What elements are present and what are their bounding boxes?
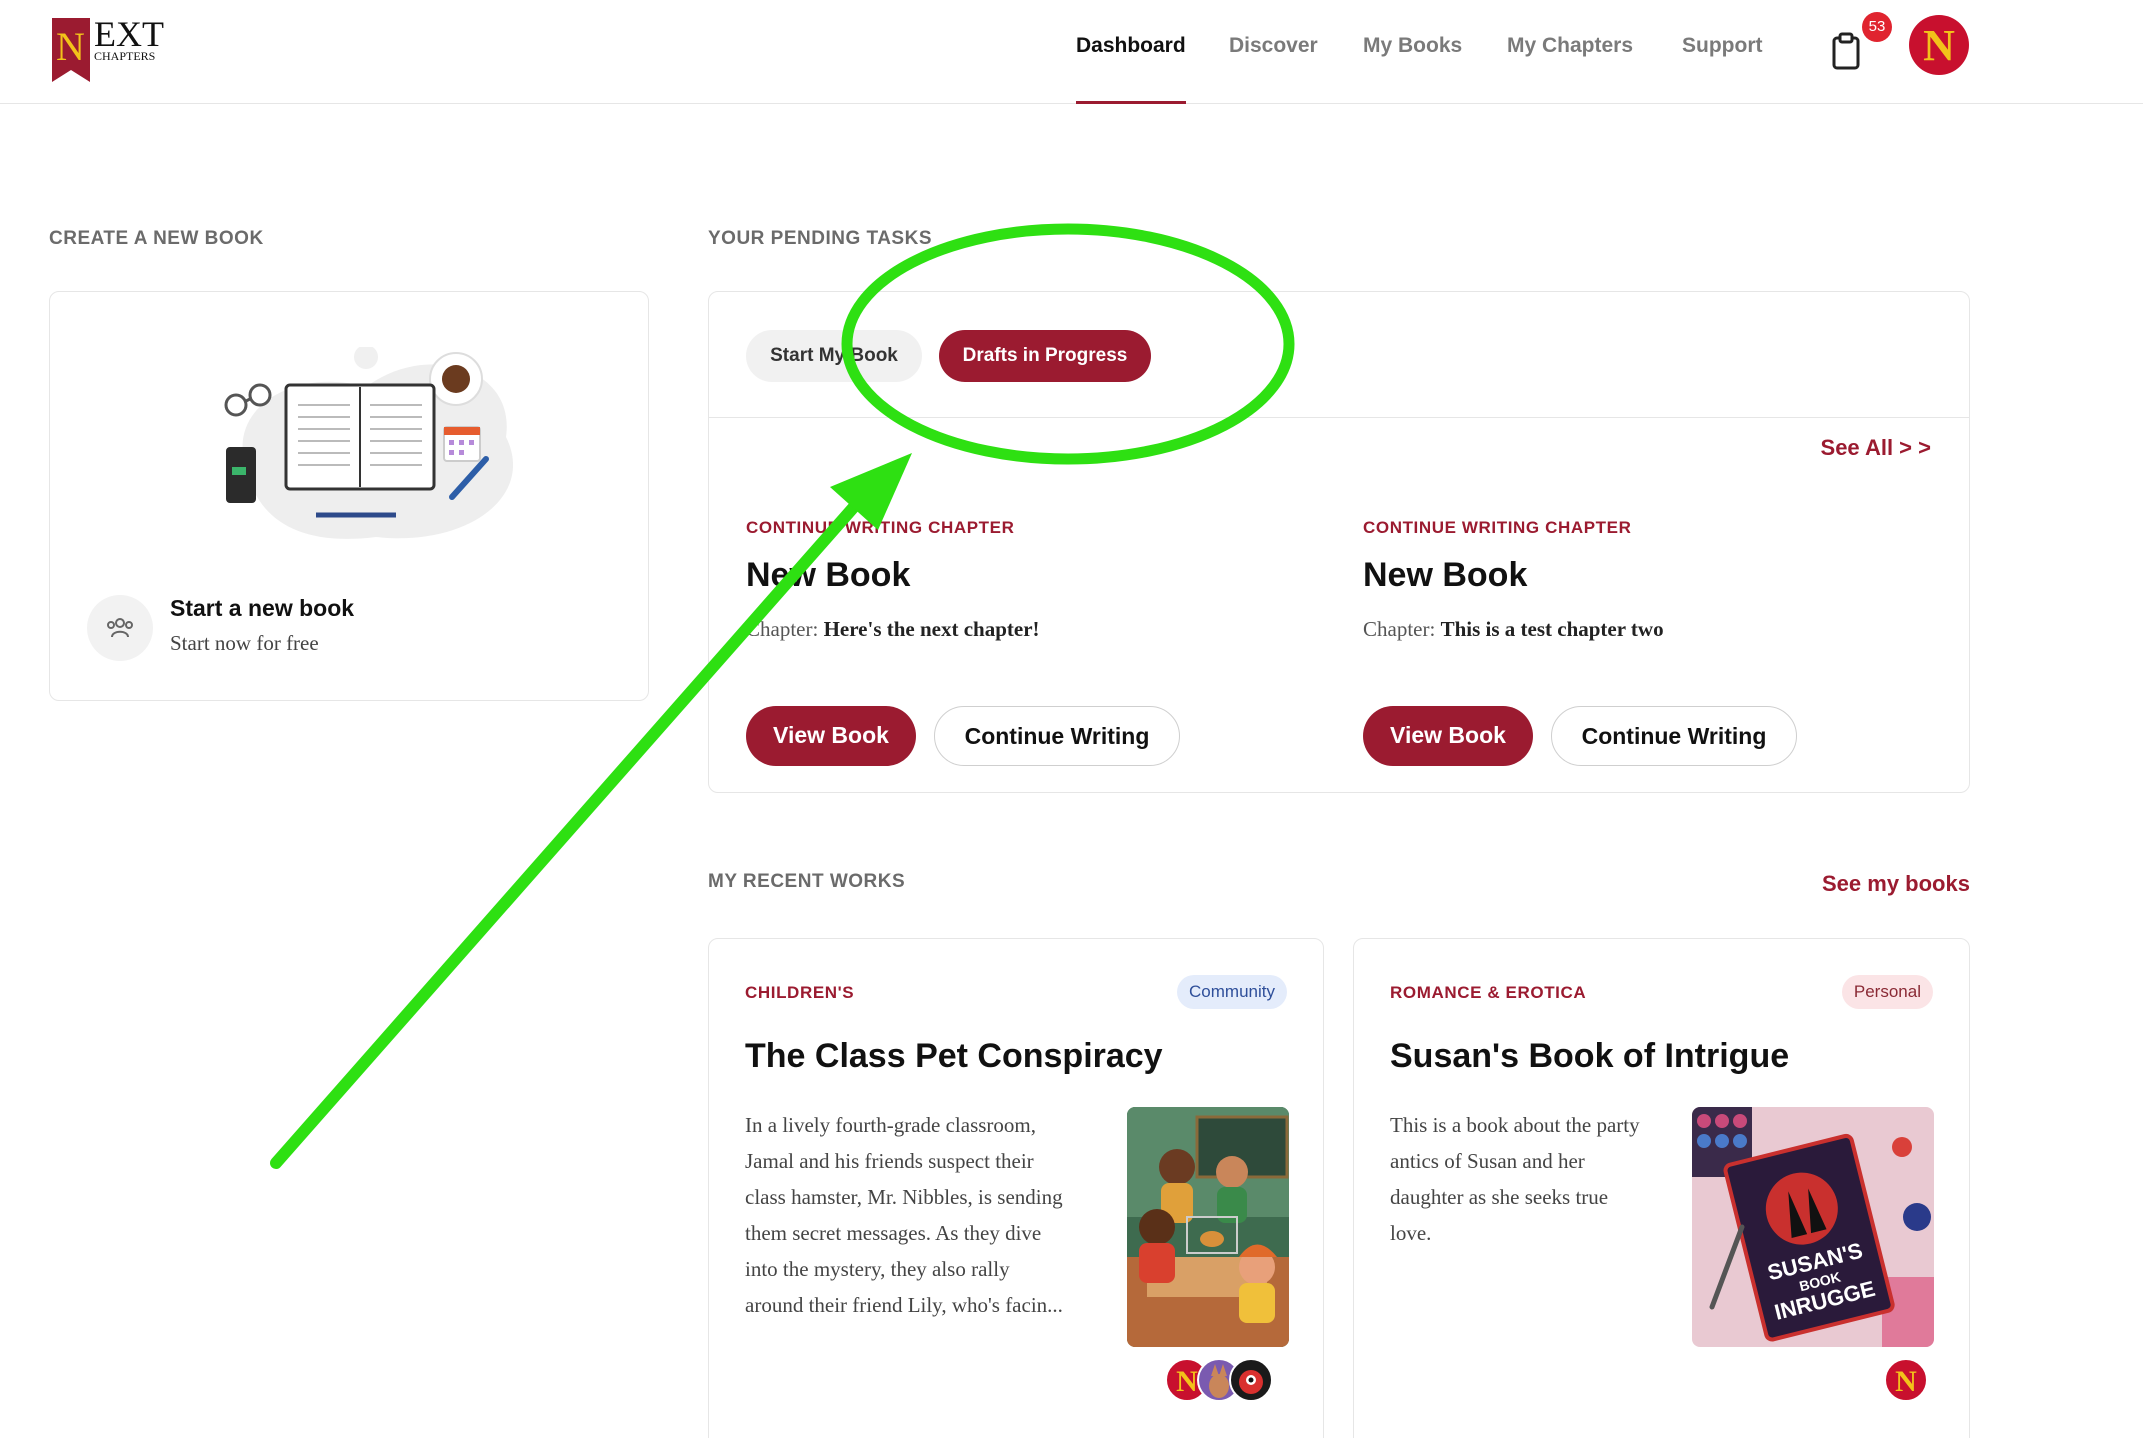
recent-section-label: MY RECENT WORKS bbox=[708, 871, 906, 892]
nav-dashboard[interactable]: Dashboard bbox=[1076, 34, 1186, 104]
svg-text:CHAPTERS: CHAPTERS bbox=[94, 49, 155, 63]
draft-kicker: CONTINUE WRITING CHAPTER bbox=[746, 518, 1015, 537]
pending-section-label: YOUR PENDING TASKS bbox=[708, 228, 933, 249]
svg-text:N: N bbox=[1923, 21, 1955, 70]
chapter-name: Here's the next chapter! bbox=[823, 617, 1040, 641]
nav-my-books[interactable]: My Books bbox=[1363, 34, 1462, 104]
book-category: CHILDREN'S bbox=[745, 983, 855, 1002]
create-book-card[interactable]: Start a new book Start now for free bbox=[49, 291, 649, 701]
collaborator-avatar[interactable] bbox=[1229, 1358, 1273, 1402]
tab-drafts-in-progress[interactable]: Drafts in Progress bbox=[939, 330, 1151, 382]
book-visibility-tag: Personal bbox=[1841, 975, 1933, 1009]
top-nav-bar: N EXT CHAPTERS Dashboard Discover My Boo… bbox=[0, 0, 2143, 104]
book-description: In a lively fourth-grade classroom, Jama… bbox=[745, 1113, 1063, 1317]
chapter-label: Chapter: bbox=[1363, 617, 1436, 641]
book-cover-image[interactable] bbox=[1127, 1107, 1289, 1347]
tab-start-my-book[interactable]: Start My Book bbox=[746, 330, 922, 382]
view-book-button[interactable]: View Book bbox=[746, 706, 916, 766]
draft-title: New Book bbox=[746, 556, 911, 594]
user-avatar[interactable]: N bbox=[1908, 14, 1970, 76]
book-visibility-tag: Community bbox=[1177, 975, 1287, 1009]
nav-support[interactable]: Support bbox=[1682, 34, 1762, 104]
svg-text:N: N bbox=[1176, 1365, 1198, 1398]
create-section-label: CREATE A NEW BOOK bbox=[49, 228, 264, 249]
people-icon bbox=[87, 595, 153, 661]
see-all-link[interactable]: See All > > bbox=[1821, 435, 1931, 461]
book-category: ROMANCE & EROTICA bbox=[1390, 983, 1587, 1002]
continue-writing-button[interactable]: Continue Writing bbox=[1551, 706, 1797, 766]
open-book-illustration bbox=[216, 345, 536, 547]
svg-text:N: N bbox=[56, 24, 85, 69]
draft-actions: View Book Continue Writing bbox=[746, 706, 1306, 766]
draft-kicker: CONTINUE WRITING CHAPTER bbox=[1363, 518, 1632, 537]
svg-text:N: N bbox=[1895, 1365, 1917, 1398]
draft-item: CONTINUE WRITING CHAPTER New Book Chapte… bbox=[746, 518, 1306, 766]
tabs-divider bbox=[709, 417, 1969, 418]
start-book-subtitle: Start now for free bbox=[170, 631, 319, 655]
nav-discover[interactable]: Discover bbox=[1229, 34, 1318, 104]
draft-chapter: Chapter: Here's the next chapter! bbox=[746, 617, 1306, 642]
pending-tasks-card: Start My Book Drafts in Progress See All… bbox=[708, 291, 1970, 793]
nextchapters-logo[interactable]: N EXT CHAPTERS bbox=[50, 14, 180, 86]
book-card[interactable]: ROMANCE & EROTICA Personal Susan's Book … bbox=[1353, 938, 1970, 1438]
draft-item: CONTINUE WRITING CHAPTER New Book Chapte… bbox=[1363, 518, 1923, 766]
continue-writing-button[interactable]: Continue Writing bbox=[934, 706, 1180, 766]
nav-my-chapters[interactable]: My Chapters bbox=[1507, 34, 1633, 104]
book-title[interactable]: Susan's Book of Intrigue bbox=[1390, 1037, 1789, 1076]
clipboard-icon[interactable] bbox=[1830, 32, 1862, 70]
chapter-label: Chapter: bbox=[746, 617, 819, 641]
book-card[interactable]: CHILDREN'S Community The Class Pet Consp… bbox=[708, 938, 1324, 1438]
draft-title: New Book bbox=[1363, 556, 1528, 594]
see-my-books-link[interactable]: See my books bbox=[1822, 871, 1970, 897]
view-book-button[interactable]: View Book bbox=[1363, 706, 1533, 766]
book-cover-image[interactable]: SUSAN'S BOOK INRUGGE bbox=[1692, 1107, 1934, 1347]
start-book-title[interactable]: Start a new book bbox=[170, 595, 354, 622]
book-title[interactable]: The Class Pet Conspiracy bbox=[745, 1037, 1163, 1076]
collaborator-avatar[interactable]: N bbox=[1884, 1358, 1928, 1402]
draft-actions: View Book Continue Writing bbox=[1363, 706, 1923, 766]
notification-badge: 53 bbox=[1862, 12, 1892, 42]
book-description: This is a book about the party antics of… bbox=[1390, 1113, 1640, 1245]
chapter-name: This is a test chapter two bbox=[1440, 617, 1664, 641]
draft-chapter: Chapter: This is a test chapter two bbox=[1363, 617, 1923, 642]
